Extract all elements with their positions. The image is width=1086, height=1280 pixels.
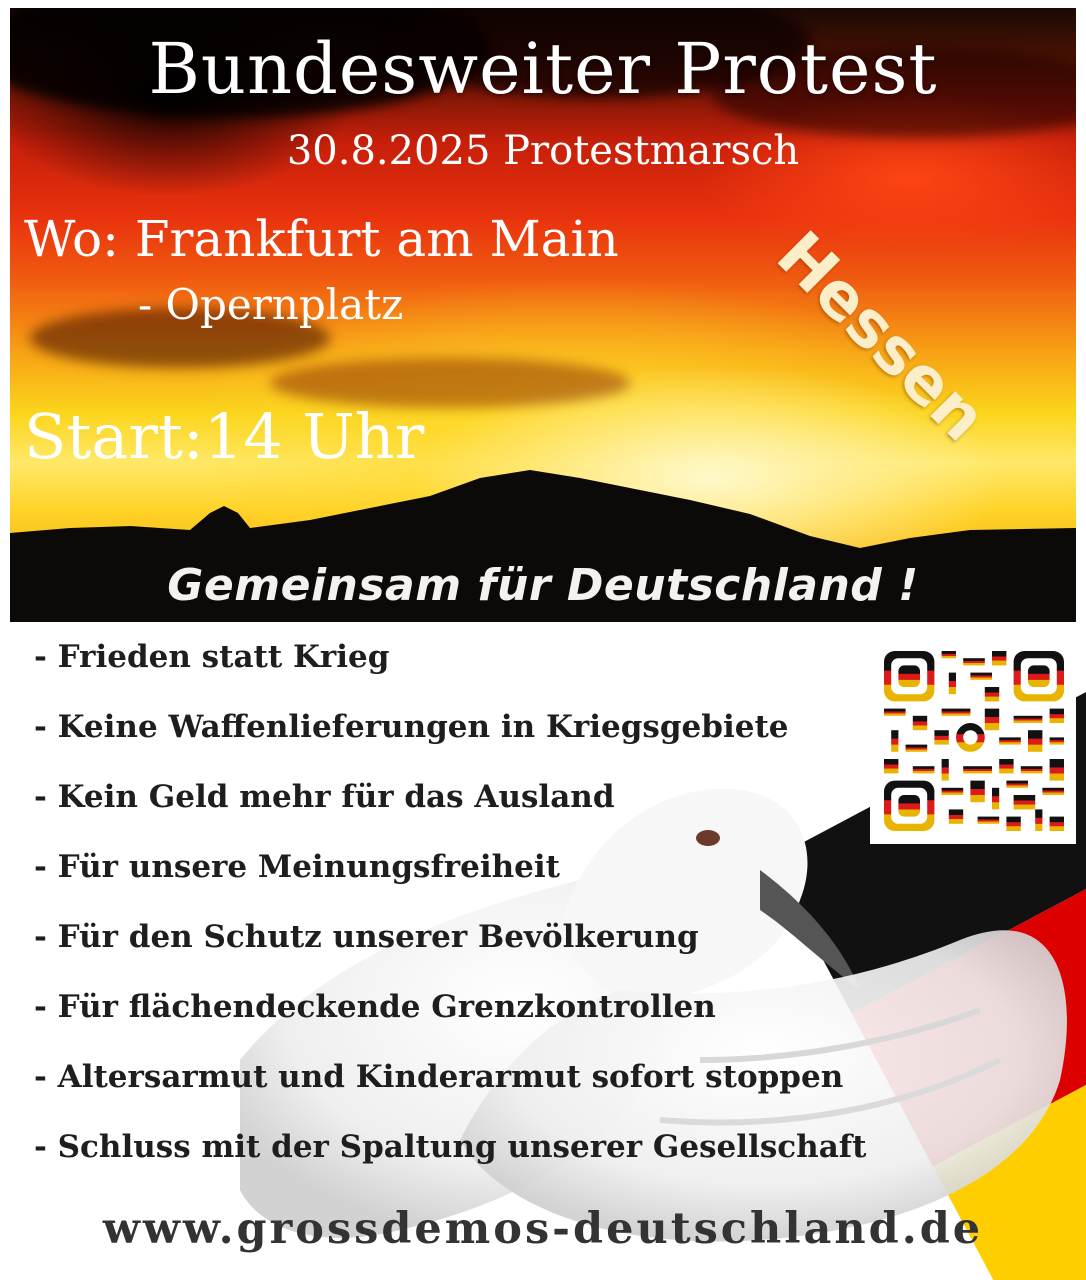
poster-title: Bundesweiter Protest [148,28,938,110]
slogan: Gemeinsam für Deutschland ! [167,560,919,611]
demand-item: - Für unsere Meinungsfreiheit [34,849,560,885]
qr-code-icon[interactable] [870,638,1076,844]
location-detail: - Opernplatz [138,280,404,329]
demand-item: - Frieden statt Krieg [34,639,390,675]
demand-item: - Für flächendeckende Grenzkontrollen [34,989,716,1025]
protest-poster: Bundesweiter Protest 30.8.2025 Protestma… [0,0,1086,1280]
demands-list: - Frieden statt Krieg - Keine Waffenlief… [34,636,866,1196]
demand-item: - Altersarmut und Kinderarmut sofort sto… [34,1059,844,1095]
demand-item: - Für den Schutz unserer Bevölkerung [34,919,699,955]
start-time: Start:14 Uhr [24,400,425,473]
demand-item: - Keine Waffenlieferungen in Kriegsgebie… [34,709,789,745]
demand-item: - Kein Geld mehr für das Ausland [34,779,615,815]
website-link[interactable]: www.grossdemos-deutschland.de [0,1204,1086,1254]
demand-item: - Schluss mit der Spaltung unserer Gesel… [34,1129,867,1165]
event-date: 30.8.2025 Protestmarsch [286,128,800,174]
location-line: Wo: Frankfurt am Main [24,210,619,268]
